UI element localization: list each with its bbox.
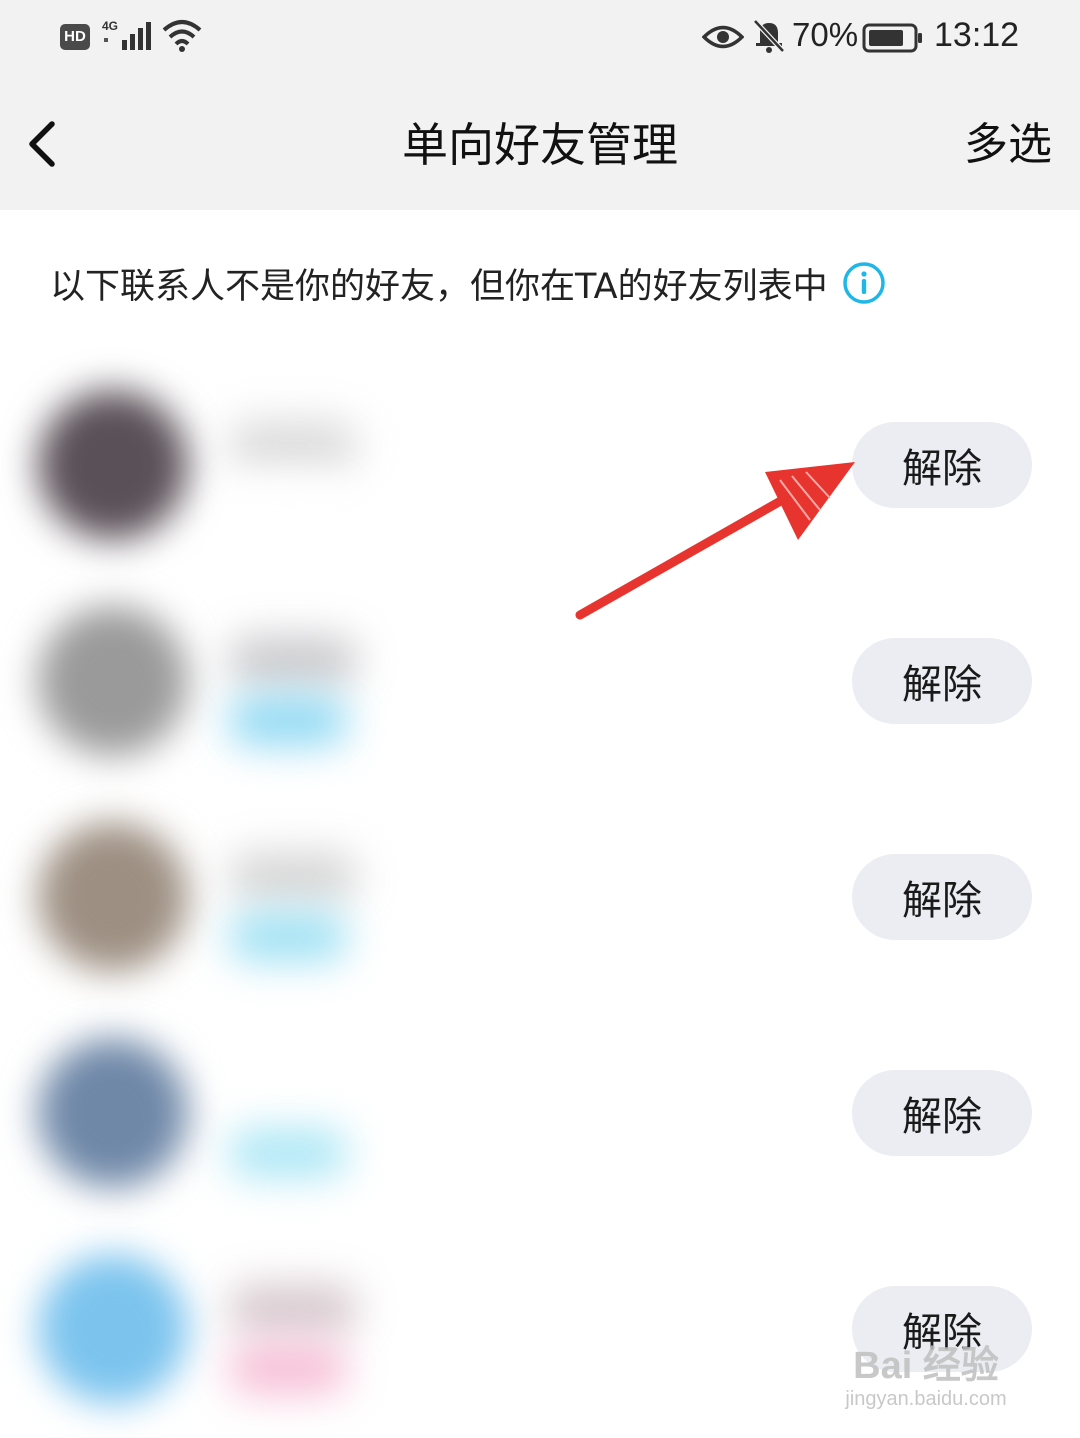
avatar bbox=[38, 1038, 188, 1188]
remove-button[interactable]: 解除 bbox=[852, 422, 1032, 508]
info-icon[interactable] bbox=[842, 261, 886, 305]
contact-tag-blurred bbox=[228, 696, 348, 746]
wifi-icon bbox=[162, 20, 202, 52]
contact-tag-blurred bbox=[228, 480, 348, 530]
network-type-label: 4G bbox=[102, 19, 118, 33]
avatar bbox=[38, 390, 188, 540]
multi-select-button[interactable]: 多选 bbox=[964, 80, 1052, 210]
page-title: 单向好友管理 bbox=[402, 118, 678, 172]
contact-row[interactable]: 解除 bbox=[0, 998, 1080, 1214]
battery-icon bbox=[862, 23, 922, 53]
screen: HD 4G 70% 13:12 单向好友管理 多选 以下联系人不是你的好友，但你… bbox=[0, 0, 1080, 1438]
contact-name-blurred bbox=[228, 1068, 358, 1118]
contact-tag-blurred bbox=[228, 1128, 348, 1178]
contact-tag-blurred bbox=[228, 1344, 348, 1394]
contact-name-blurred bbox=[228, 420, 358, 470]
contact-row[interactable]: 解除 bbox=[0, 350, 1080, 566]
chevron-left-icon bbox=[29, 121, 55, 167]
battery-percent: 70% bbox=[792, 16, 859, 53]
contact-name-blurred bbox=[228, 852, 358, 902]
bell-muted-icon bbox=[753, 19, 785, 53]
avatar bbox=[38, 1254, 188, 1404]
contact-tag-blurred bbox=[228, 912, 348, 962]
contact-name-blurred bbox=[228, 636, 358, 686]
back-button[interactable] bbox=[14, 108, 70, 180]
cellular-signal-icon: 4G bbox=[102, 19, 151, 50]
hd-badge: HD bbox=[60, 24, 90, 50]
status-bar: HD 4G 70% 13:12 bbox=[0, 0, 1080, 80]
remove-button[interactable]: 解除 bbox=[852, 1070, 1032, 1156]
nav-bar: 单向好友管理 多选 bbox=[0, 80, 1080, 210]
avatar bbox=[38, 822, 188, 972]
contact-row[interactable]: 解除 bbox=[0, 1214, 1080, 1430]
avatar bbox=[38, 606, 188, 756]
remove-button[interactable]: 解除 bbox=[852, 854, 1032, 940]
notice: 以下联系人不是你的好友，但你在TA的好友列表中 bbox=[50, 252, 886, 314]
remove-button[interactable]: 解除 bbox=[852, 1286, 1032, 1372]
contact-name-blurred bbox=[228, 1284, 358, 1334]
remove-button[interactable]: 解除 bbox=[852, 638, 1032, 724]
contact-row[interactable]: 解除 bbox=[0, 566, 1080, 782]
contact-row[interactable]: 解除 bbox=[0, 782, 1080, 998]
notice-text: 以下联系人不是你的好友，但你在TA的好友列表中 bbox=[50, 266, 828, 307]
contact-list: 解除 解除 解除 解除 解除 bbox=[0, 350, 1080, 1438]
eye-icon bbox=[702, 25, 744, 49]
clock: 13:12 bbox=[934, 16, 1020, 54]
